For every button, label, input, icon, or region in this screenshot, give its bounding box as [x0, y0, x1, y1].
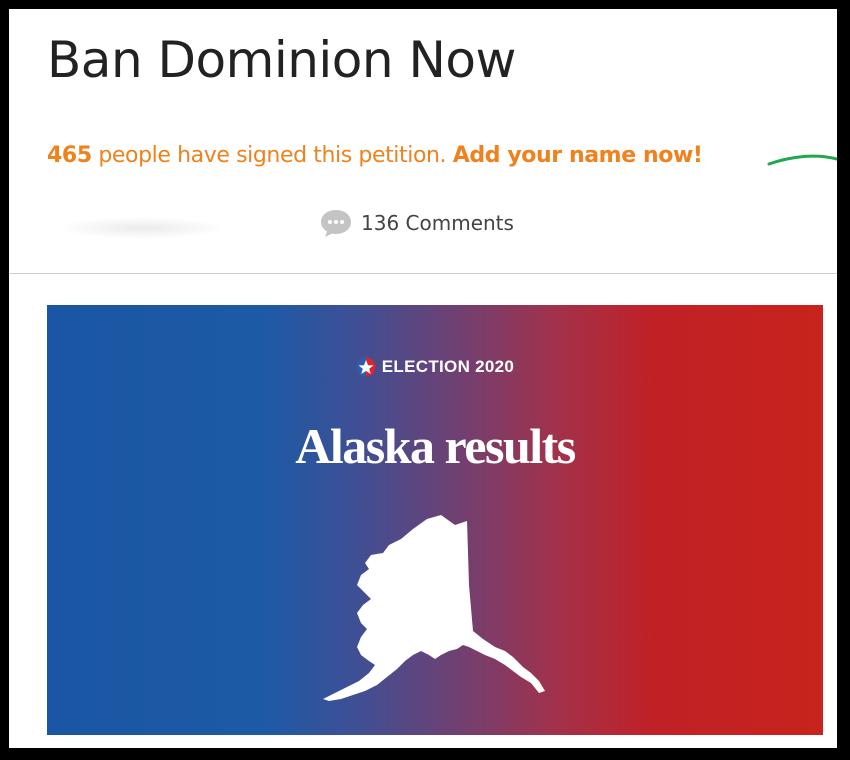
banner-tag-text: ELECTION 2020	[381, 357, 515, 376]
signed-text: people have signed this petition.	[91, 143, 453, 168]
comments-link[interactable]: 136 Comments	[319, 207, 514, 239]
signature-count: 465	[47, 143, 92, 168]
blurred-region	[57, 217, 227, 239]
star-badge-icon	[356, 357, 376, 377]
alaska-map-icon	[323, 515, 545, 701]
divider	[9, 273, 837, 274]
page-title: Ban Dominion Now	[47, 31, 516, 89]
add-name-link[interactable]: Add your name now!	[453, 143, 703, 168]
election-banner-image: ELECTION 2020 Alaska results	[47, 305, 823, 735]
page-frame: Ban Dominion Now 465 people have signed …	[9, 9, 837, 748]
speech-bubble-icon	[321, 210, 351, 237]
green-swoosh-mark	[767, 154, 837, 166]
banner-title: Alaska results	[295, 418, 576, 474]
banner-tag: ELECTION 2020	[47, 357, 823, 377]
signature-line: 465 people have signed this petition. Ad…	[47, 143, 703, 168]
comments-count: 136 Comments	[361, 211, 514, 235]
